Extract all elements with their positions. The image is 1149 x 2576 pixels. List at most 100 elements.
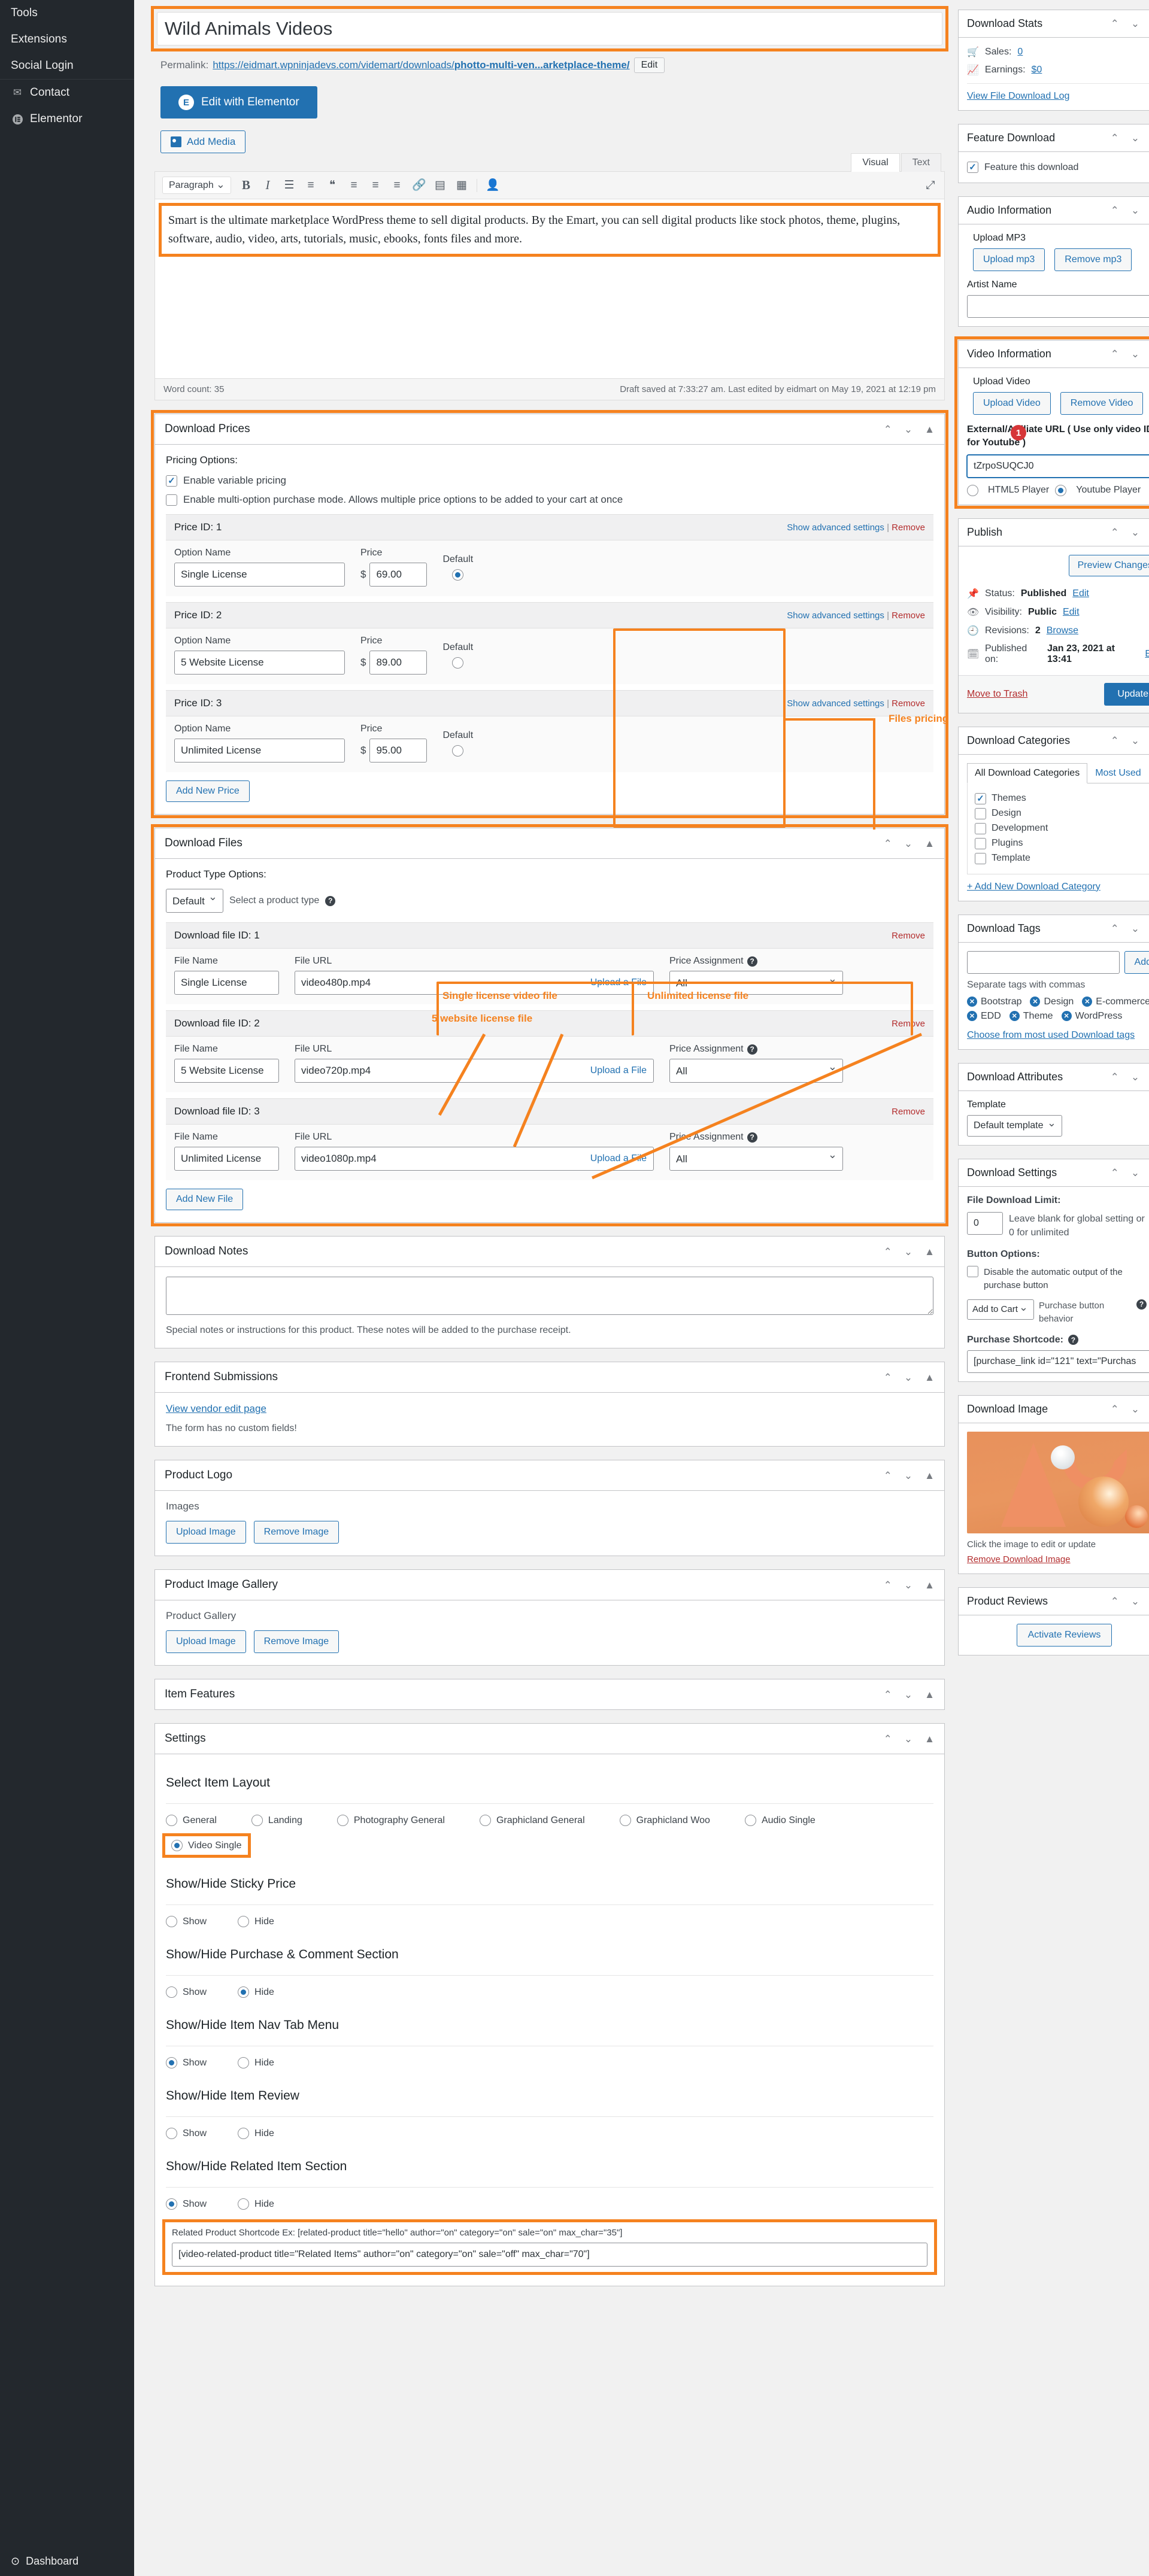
- edit-slug-button[interactable]: Edit: [633, 57, 665, 73]
- move-down-icon[interactable]: ⌄: [1131, 133, 1139, 143]
- radio-photography-general[interactable]: [336, 1815, 348, 1826]
- radio-audio-single[interactable]: [744, 1815, 756, 1826]
- layout-option-general[interactable]: General: [166, 1815, 217, 1826]
- remove-tag-icon[interactable]: ✕: [1082, 997, 1093, 1007]
- move-up-icon[interactable]: ⌃: [1111, 924, 1119, 934]
- upload-a-file-link[interactable]: Upload a File: [590, 1153, 647, 1164]
- category-checkbox[interactable]: [975, 822, 986, 834]
- move-down-icon[interactable]: ⌄: [1131, 1596, 1139, 1606]
- product-type-select[interactable]: Default: [166, 889, 223, 913]
- move-down-icon[interactable]: ⌄: [904, 424, 912, 435]
- file-name-input[interactable]: [174, 971, 279, 995]
- link-icon[interactable]: 🔗: [412, 180, 426, 191]
- move-down-icon[interactable]: ⌄: [1131, 1404, 1139, 1414]
- enable-multi-option-checkbox[interactable]: [166, 494, 177, 506]
- help-icon[interactable]: ?: [747, 1132, 757, 1143]
- move-down-icon[interactable]: ⌄: [904, 1471, 912, 1481]
- default-radio[interactable]: [452, 745, 464, 757]
- move-up-icon[interactable]: ⌃: [1111, 1404, 1119, 1414]
- price-assignment-select[interactable]: All: [669, 1059, 843, 1083]
- toggle-panel-icon[interactable]: ▲: [924, 1690, 935, 1700]
- add-new-file-button[interactable]: Add New File: [166, 1189, 244, 1210]
- file-name-input[interactable]: [174, 1147, 279, 1171]
- move-up-icon[interactable]: ⌃: [1111, 349, 1119, 359]
- remove-file-link[interactable]: Remove: [892, 931, 925, 941]
- upload-image-button[interactable]: Upload Image: [166, 1521, 246, 1544]
- radio-graphicland-general[interactable]: [479, 1815, 491, 1826]
- move-up-icon[interactable]: ⌃: [884, 1372, 892, 1383]
- earnings-value-link[interactable]: $0: [1032, 65, 1042, 75]
- category-checkbox[interactable]: [975, 852, 986, 864]
- move-up-icon[interactable]: ⌃: [1111, 1596, 1119, 1606]
- layout-option-landing[interactable]: Landing: [251, 1815, 302, 1826]
- show-advanced-settings-link[interactable]: Show advanced settings: [787, 610, 884, 621]
- enable-variable-pricing-checkbox[interactable]: [166, 475, 177, 487]
- radio-show[interactable]: [166, 2198, 177, 2210]
- move-up-icon[interactable]: ⌃: [1111, 205, 1119, 215]
- radio-landing[interactable]: [251, 1815, 263, 1826]
- remove-video-button[interactable]: Remove Video: [1060, 392, 1144, 415]
- file-name-input[interactable]: [174, 1059, 279, 1083]
- artist-name-input[interactable]: [967, 295, 1149, 318]
- toggle-panel-icon[interactable]: ▲: [924, 1372, 935, 1383]
- upload-video-button[interactable]: Upload Video: [973, 392, 1051, 415]
- permalink-link[interactable]: https://eidmart.wpninjadevs.com/videmart…: [213, 59, 629, 71]
- download-notes-textarea[interactable]: [166, 1277, 933, 1315]
- price-assignment-select[interactable]: All: [669, 1147, 843, 1171]
- tab-text[interactable]: Text: [901, 153, 941, 172]
- preview-changes-button[interactable]: Preview Changes: [1068, 554, 1149, 576]
- move-down-icon[interactable]: ⌄: [904, 839, 912, 849]
- sidebar-item-contact[interactable]: ✉ Contact: [0, 79, 134, 106]
- price-input[interactable]: [369, 739, 428, 763]
- move-up-icon[interactable]: ⌃: [1111, 1168, 1119, 1178]
- toolbar-toggle-icon[interactable]: ▦: [455, 180, 468, 191]
- category-checkbox[interactable]: [975, 792, 986, 804]
- move-up-icon[interactable]: ⌃: [884, 1580, 892, 1590]
- move-up-icon[interactable]: ⌃: [1111, 19, 1119, 29]
- align-center-icon[interactable]: ≡: [369, 180, 382, 191]
- remove-image-button[interactable]: Remove Image: [253, 1521, 339, 1544]
- toggle-panel-icon[interactable]: ▲: [924, 839, 935, 849]
- upload-a-file-link[interactable]: Upload a File: [590, 977, 647, 988]
- update-button[interactable]: Update: [1104, 682, 1149, 706]
- move-down-icon[interactable]: ⌄: [1131, 527, 1139, 537]
- move-down-icon[interactable]: ⌄: [904, 1734, 912, 1744]
- radio-hide[interactable]: [238, 2198, 250, 2210]
- move-down-icon[interactable]: ⌄: [904, 1580, 912, 1590]
- move-up-icon[interactable]: ⌃: [1111, 133, 1119, 143]
- category-checkbox[interactable]: [975, 837, 986, 849]
- toggle-panel-icon[interactable]: ▲: [924, 1471, 935, 1481]
- add-new-price-button[interactable]: Add New Price: [166, 780, 250, 802]
- enable-multi-option-row[interactable]: Enable multi-option purchase mode. Allow…: [166, 494, 933, 506]
- tab-all-download-categories[interactable]: All Download Categories: [967, 763, 1088, 783]
- toggle-panel-icon[interactable]: ▲: [924, 1247, 935, 1257]
- related-item-show[interactable]: Show: [166, 2198, 207, 2210]
- category-item-design[interactable]: Design: [975, 807, 1149, 819]
- bulleted-list-icon[interactable]: ☰: [283, 180, 296, 191]
- category-item-development[interactable]: Development: [975, 822, 1149, 834]
- activate-reviews-button[interactable]: Activate Reviews: [1016, 1623, 1112, 1647]
- radio-hide[interactable]: [238, 1986, 250, 1998]
- purchase-comment-show[interactable]: Show: [166, 1986, 207, 1998]
- radio-show[interactable]: [166, 1986, 177, 1998]
- fullscreen-icon[interactable]: ⤢: [924, 180, 937, 191]
- edit-status-link[interactable]: Edit: [1072, 588, 1089, 599]
- nav-tab-show[interactable]: Show: [166, 2057, 207, 2068]
- upload-mp3-button[interactable]: Upload mp3: [973, 248, 1045, 271]
- radio-video-single[interactable]: [171, 1840, 183, 1851]
- layout-option-audio-single[interactable]: Audio Single: [744, 1815, 815, 1826]
- move-up-icon[interactable]: ⌃: [1111, 527, 1119, 537]
- sticky-price-show[interactable]: Show: [166, 1916, 207, 1927]
- disable-auto-output-row[interactable]: Disable the automatic output of the purc…: [967, 1266, 1149, 1292]
- option-name-input[interactable]: [174, 651, 345, 675]
- read-more-icon[interactable]: ▤: [433, 180, 447, 191]
- option-name-input[interactable]: [174, 563, 345, 587]
- toggle-panel-icon[interactable]: ▲: [924, 1734, 935, 1744]
- remove-file-link[interactable]: Remove: [892, 1107, 925, 1117]
- layout-option-graphicland-general[interactable]: Graphicland General: [479, 1815, 585, 1826]
- move-up-icon[interactable]: ⌃: [1111, 1072, 1119, 1082]
- category-item-plugins[interactable]: Plugins: [975, 837, 1149, 849]
- italic-icon[interactable]: I: [261, 179, 274, 192]
- radio-general[interactable]: [166, 1815, 177, 1826]
- external-url-input[interactable]: [967, 454, 1149, 478]
